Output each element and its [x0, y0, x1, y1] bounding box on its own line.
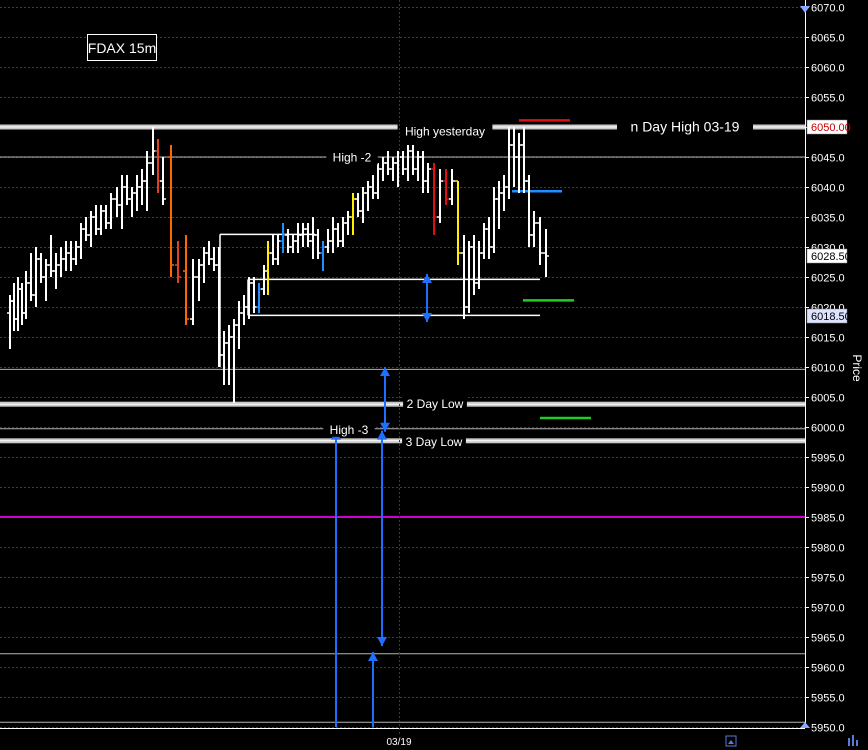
y-tick-label: 5950.0 — [811, 723, 845, 735]
price-badge-label: 6028.50 — [811, 251, 851, 263]
y-tick-label: 6045.0 — [811, 153, 845, 165]
level-label: 2 Day Low — [407, 397, 464, 411]
y-tick-label: 5955.0 — [811, 693, 845, 705]
y-tick-label: 5985.0 — [811, 513, 845, 525]
y-tick-label: 5980.0 — [811, 543, 845, 555]
level-label: High -3 — [330, 423, 369, 437]
y-tick-label: 6025.0 — [811, 273, 845, 285]
chart-canvas: High yesterday n Day High 03-19 High -2 2 D… — [0, 0, 868, 750]
level-label: High yesterday — [405, 125, 485, 139]
y-tick-label: 5960.0 — [811, 663, 845, 675]
chart-title: FDAX 15m — [88, 40, 156, 56]
y-tick-label: 6060.0 — [811, 63, 845, 75]
y-tick-label: 6040.0 — [811, 183, 845, 195]
level-label: n Day High 03-19 — [631, 118, 740, 134]
price-badge-label: 6050.00 — [811, 122, 851, 134]
price-axis-title: Price — [850, 354, 864, 382]
y-tick-label: 6015.0 — [811, 333, 845, 345]
y-tick-label: 6010.0 — [811, 363, 845, 375]
level-label: 3 Day Low — [406, 435, 463, 449]
y-tick-label: 6000.0 — [811, 423, 845, 435]
y-tick-label: 6035.0 — [811, 213, 845, 225]
y-tick-label: 6070.0 — [811, 3, 845, 15]
y-tick-label: 5965.0 — [811, 633, 845, 645]
y-tick-label: 5995.0 — [811, 453, 845, 465]
y-tick-label: 5975.0 — [811, 573, 845, 585]
y-tick-label: 6055.0 — [811, 93, 845, 105]
level-label: High -2 — [333, 150, 372, 164]
y-tick-label: 5970.0 — [811, 603, 845, 615]
chart-title-box: FDAX 15m — [87, 34, 157, 61]
y-tick-label: 5990.0 — [811, 483, 845, 495]
y-tick-label: 6065.0 — [811, 33, 845, 45]
time-axis-label: 03/19 — [386, 737, 411, 748]
y-tick-label: 6005.0 — [811, 393, 845, 405]
price-badge-label: 6018.50 — [811, 311, 851, 323]
